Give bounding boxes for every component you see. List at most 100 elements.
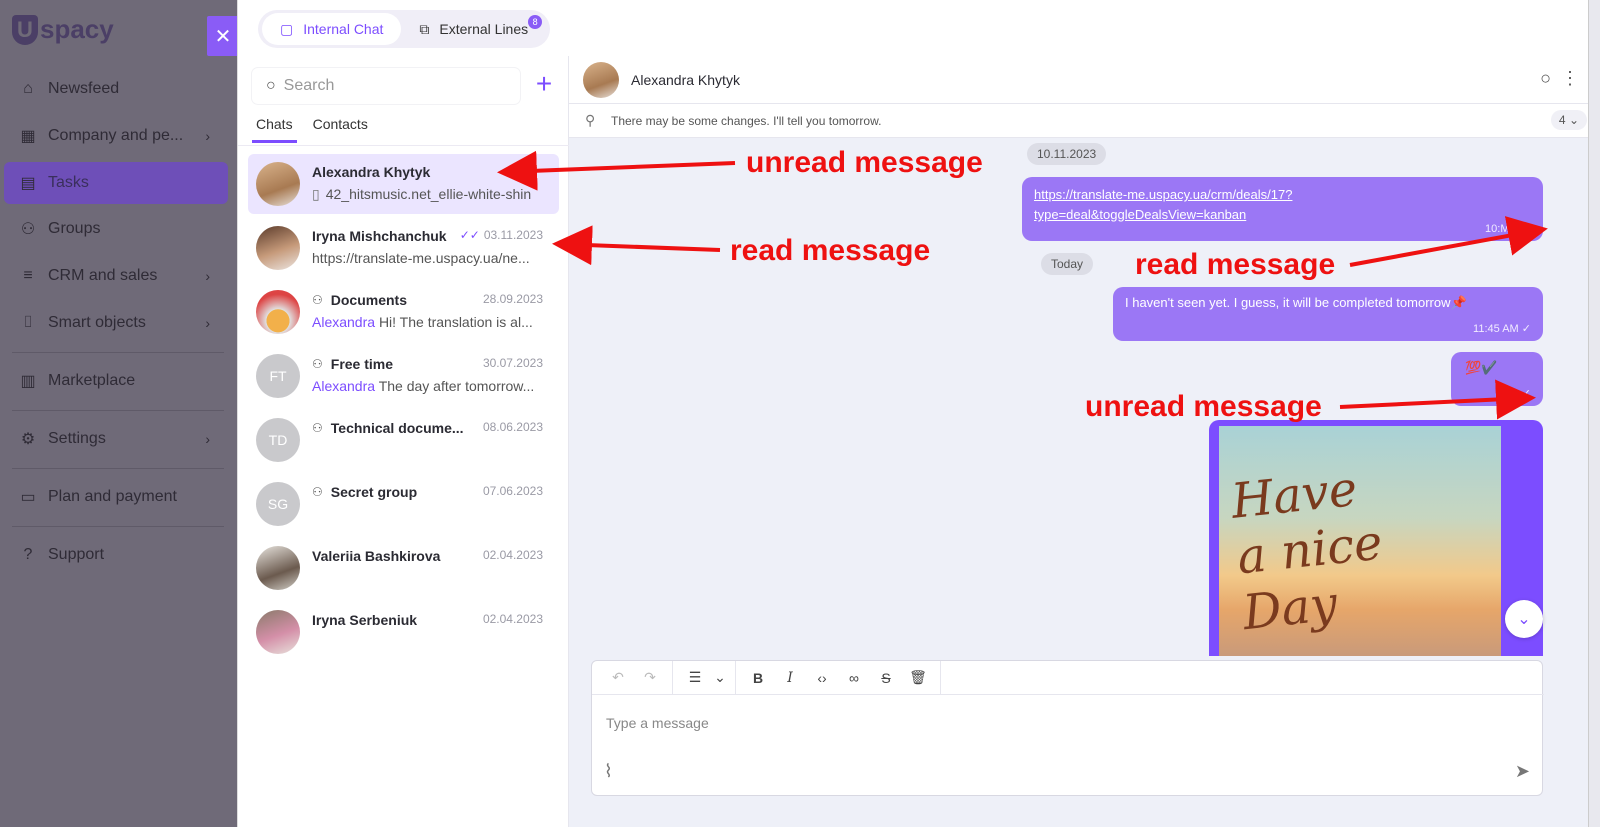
- message-input[interactable]: Type a message: [606, 715, 709, 731]
- tab-contacts[interactable]: Contacts: [309, 116, 372, 143]
- conversation-date: 02.04.2023: [482, 612, 543, 626]
- home-icon: ⌂: [23, 80, 33, 97]
- bold-icon[interactable]: B: [742, 661, 774, 695]
- message-bubble[interactable]: https://translate-me.uspacy.ua/crm/deals…: [1022, 177, 1543, 241]
- single-check-icon: ✓: [1521, 388, 1531, 400]
- message-text: I haven't seen yet. I guess, it will be …: [1125, 295, 1467, 310]
- sidebar-item-label: Tasks: [48, 174, 89, 191]
- message-link[interactable]: https://translate-me.uspacy.ua/crm/deals…: [1034, 185, 1531, 205]
- conversation-item[interactable]: Alexandra Khytyk ✓ ▯ 42_hitsmusic.net_ell…: [248, 154, 559, 214]
- conversation-item[interactable]: ⚇ Documents 28.09.2023 Alexandra Hi! The …: [248, 282, 559, 342]
- sidebar-item-support[interactable]: ? Support: [4, 534, 228, 576]
- annotation-label: read message: [730, 234, 931, 267]
- send-icon[interactable]: ➤: [1515, 761, 1530, 782]
- tab-internal-chat[interactable]: ▢ Internal Chat: [262, 13, 402, 45]
- conversation-preview: https://translate-me.uspacy.ua/ne...: [312, 250, 530, 266]
- conversation-name: Valeriia Bashkirova: [312, 548, 440, 564]
- conversation-name: ⚇ Documents: [312, 292, 407, 308]
- sidebar-item-company[interactable]: ▦ Company and pe... ›: [4, 115, 228, 157]
- more-vertical-icon[interactable]: ⋮: [1561, 68, 1579, 89]
- paperclip-icon[interactable]: ⌇: [604, 761, 613, 782]
- conversation-item[interactable]: FT ⚇ Free time 30.07.2023 Alexandra The d…: [248, 346, 559, 406]
- conversation-item[interactable]: Iryna Serbeniuk 02.04.2023: [248, 602, 559, 662]
- image-attachment[interactable]: Have a nice Day: [1219, 426, 1501, 656]
- message-bubble[interactable]: I haven't seen yet. I guess, it will be …: [1113, 287, 1543, 341]
- message-meta: M ✓: [1510, 387, 1531, 400]
- search-icon[interactable]: ○: [1540, 68, 1551, 89]
- conversation-name-text: Valeriia Bashkirova: [312, 548, 441, 564]
- sidebar-item-settings[interactable]: ⚙ Settings ›: [4, 418, 228, 460]
- search-icon: ○: [266, 77, 276, 94]
- conversation-date: ✓: [529, 164, 543, 178]
- sidebar-item-marketplace[interactable]: ▥ Marketplace: [4, 360, 228, 402]
- sidebar-item-label: Marketplace: [48, 372, 136, 389]
- chevron-down-icon[interactable]: ⌄: [711, 661, 729, 695]
- redo-icon[interactable]: ↷: [634, 661, 666, 695]
- unread-count-badge: 8: [528, 15, 543, 29]
- avatar: [256, 546, 300, 590]
- conversation-preview: Alexandra The day after tomorrow...: [312, 378, 548, 394]
- sidebar-item-label: Smart objects: [48, 314, 146, 331]
- link-icon[interactable]: ∞: [838, 661, 870, 695]
- bracket-icon: ⌷: [23, 314, 33, 331]
- italic-icon[interactable]: I: [774, 661, 806, 695]
- double-check-icon: ✓✓: [459, 228, 480, 242]
- file-icon: ▯: [312, 186, 320, 202]
- sidebar-divider: [12, 352, 224, 353]
- code-icon[interactable]: ‹›: [806, 661, 838, 695]
- help-icon: ?: [23, 546, 33, 563]
- trash-icon[interactable]: 🗑: [902, 661, 934, 695]
- sidebar-item-label: Support: [48, 546, 105, 563]
- sidebar-item-tasks[interactable]: ▤ Tasks: [4, 162, 228, 204]
- chat-contact-name[interactable]: Alexandra Khytyk: [631, 72, 740, 88]
- undo-icon[interactable]: ↶: [602, 661, 634, 695]
- scroll-down-button[interactable]: ⌄: [1505, 600, 1543, 638]
- tab-chats[interactable]: Chats: [252, 116, 297, 143]
- group-icon: ⚇: [312, 485, 323, 499]
- avatar[interactable]: [583, 62, 619, 98]
- avatar: [256, 610, 300, 654]
- new-chat-button[interactable]: +: [532, 70, 556, 98]
- align-icon[interactable]: ☰: [679, 661, 711, 695]
- image-message[interactable]: Have a nice Day: [1209, 420, 1543, 656]
- pin-icon: ⚲: [585, 112, 596, 128]
- chat-panel: ▢ Internal Chat ⧉ External Lines 8 ○ Sea…: [237, 0, 1600, 827]
- uspacy-logo[interactable]: U spacy: [12, 14, 114, 45]
- conversation-name-text: Free time: [330, 356, 394, 372]
- list-tabs: Chats Contacts: [252, 116, 384, 143]
- search-input[interactable]: ○ Search: [252, 68, 520, 104]
- double-check-icon: ✓✓: [1512, 223, 1531, 235]
- tab-label: External Lines: [439, 21, 529, 37]
- toolbar-divider: [672, 660, 673, 695]
- message-link[interactable]: type=deal&toggleDealsView=kanban: [1034, 205, 1531, 225]
- sidebar-item-newsfeed[interactable]: ⌂ Newsfeed: [4, 68, 228, 110]
- avatar: [256, 290, 300, 334]
- strikethrough-icon[interactable]: S: [870, 661, 902, 695]
- divider: [238, 145, 569, 146]
- sidebar-item-groups[interactable]: ⚇ Groups: [4, 208, 228, 250]
- sidebar-item-plan[interactable]: ▭ Plan and payment: [4, 476, 228, 518]
- avatar: [256, 226, 300, 270]
- sidebar-item-crm[interactable]: ≡ CRM and sales ›: [4, 255, 228, 297]
- message-bubble[interactable]: 💯✔️ M ✓: [1451, 352, 1543, 406]
- conversation-name-text: Documents: [330, 292, 407, 308]
- close-chat-button[interactable]: ✕: [207, 16, 239, 56]
- conversation-name-text: Technical docume...: [330, 420, 464, 436]
- avatar: FT: [256, 354, 300, 398]
- tab-external-lines[interactable]: ⧉ External Lines 8: [401, 13, 546, 45]
- preview-text: Hi! The translation is al...: [378, 314, 533, 330]
- conversation-item[interactable]: SG ⚇ Secret group 07.06.2023: [248, 474, 559, 534]
- conversation-item[interactable]: Iryna Mishchanchuk ✓✓ 03.11.2023 https://…: [248, 218, 559, 278]
- pinned-message-bar[interactable]: ⚲ There may be some changes. I'll tell y…: [569, 104, 1600, 138]
- avatar: TD: [256, 418, 300, 462]
- conversation-item[interactable]: Valeriia Bashkirova 02.04.2023: [248, 538, 559, 598]
- pinned-count[interactable]: 4 ⌄: [1550, 110, 1587, 130]
- chevron-down-icon: ⌄: [1568, 113, 1579, 127]
- conversation-name: ⚇ Free time: [312, 356, 393, 372]
- conversation-date: 07.06.2023: [482, 484, 543, 498]
- conversation-item[interactable]: TD ⚇ Technical docume... 08.06.2023: [248, 410, 559, 470]
- chat-bubbles-icon: ⧉: [419, 20, 430, 37]
- sidebar-item-smart-objects[interactable]: ⌷ Smart objects ›: [4, 302, 228, 344]
- app-sidebar: U spacy ⌂ Newsfeed ▦ Company and pe... ›…: [0, 0, 237, 827]
- funnel-icon: ≡: [23, 267, 33, 284]
